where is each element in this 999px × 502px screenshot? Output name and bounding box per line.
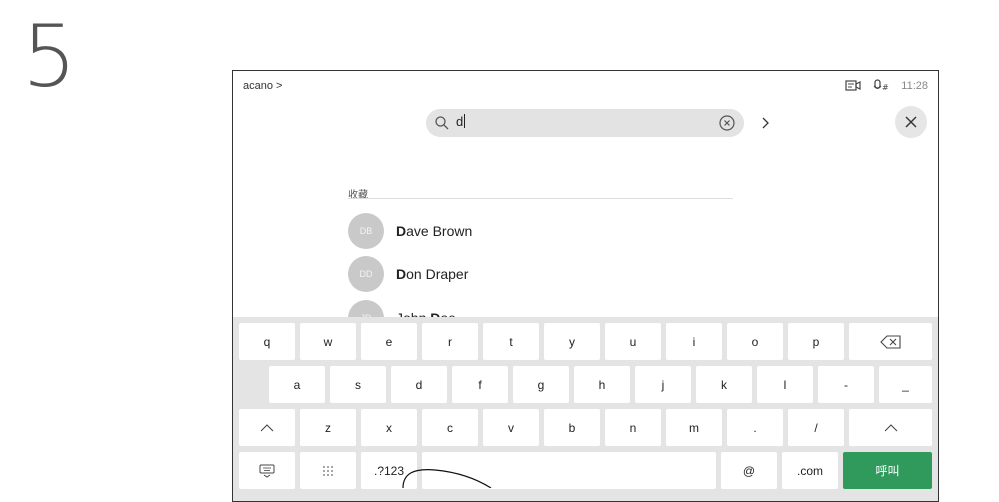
- breadcrumb-brand[interactable]: acano >: [243, 80, 282, 92]
- close-icon: [905, 116, 917, 128]
- key-g[interactable]: g: [513, 366, 569, 403]
- on-screen-keyboard: q w e r t y u i o p a s d f g h j k l - …: [233, 317, 938, 501]
- search-icon: [434, 115, 450, 131]
- dialpad-icon: [323, 465, 333, 476]
- clear-search-icon[interactable]: [718, 114, 736, 132]
- key-a[interactable]: a: [269, 366, 325, 403]
- device-screen: acano > # 11:28 d 收藏 DB Dave Brown DD Do…: [232, 70, 939, 502]
- contact-name: Don Draper: [396, 266, 469, 282]
- shift-key-right[interactable]: [849, 409, 932, 446]
- key-p[interactable]: p: [788, 323, 844, 360]
- keyboard-hide-icon: [259, 464, 275, 478]
- dialpad-key[interactable]: [300, 452, 356, 489]
- search-input[interactable]: d: [426, 109, 744, 137]
- key-t[interactable]: t: [483, 323, 539, 360]
- svg-text:#: #: [882, 83, 889, 92]
- search-query-text[interactable]: d: [456, 114, 466, 129]
- contact-don-draper[interactable]: DD Don Draper: [348, 256, 468, 292]
- status-bar: acano > # 11:28: [233, 71, 938, 103]
- microphone-muted-icon[interactable]: #: [873, 79, 889, 92]
- status-icons: # 11:28: [845, 79, 928, 92]
- key-v[interactable]: v: [483, 409, 539, 446]
- contact-dave-brown[interactable]: DB Dave Brown: [348, 213, 472, 249]
- key-m[interactable]: m: [666, 409, 722, 446]
- key-f[interactable]: f: [452, 366, 508, 403]
- key-e[interactable]: e: [361, 323, 417, 360]
- key-slash[interactable]: /: [788, 409, 844, 446]
- key-y[interactable]: y: [544, 323, 600, 360]
- key-hyphen[interactable]: -: [818, 366, 874, 403]
- caret-up-icon: [260, 423, 274, 431]
- key-dotcom[interactable]: .com: [782, 452, 838, 489]
- key-at[interactable]: @: [721, 452, 777, 489]
- key-k[interactable]: k: [696, 366, 752, 403]
- key-n[interactable]: n: [605, 409, 661, 446]
- text-cursor: [464, 114, 466, 128]
- avatar: DD: [348, 256, 384, 292]
- close-button[interactable]: [895, 106, 927, 138]
- clock-time: 11:28: [901, 79, 928, 92]
- key-w[interactable]: w: [300, 323, 356, 360]
- avatar: DB: [348, 213, 384, 249]
- key-u[interactable]: u: [605, 323, 661, 360]
- camera-self-view-icon[interactable]: [845, 79, 861, 92]
- key-x[interactable]: x: [361, 409, 417, 446]
- key-z[interactable]: z: [300, 409, 356, 446]
- key-q[interactable]: q: [239, 323, 295, 360]
- key-d[interactable]: d: [391, 366, 447, 403]
- key-o[interactable]: o: [727, 323, 783, 360]
- key-c[interactable]: c: [422, 409, 478, 446]
- key-h[interactable]: h: [574, 366, 630, 403]
- call-button[interactable]: 呼叫: [843, 452, 932, 489]
- contact-name: Dave Brown: [396, 223, 473, 239]
- hide-keyboard-key[interactable]: [239, 452, 295, 489]
- backspace-key[interactable]: [849, 323, 932, 360]
- section-divider: [348, 198, 733, 199]
- key-s[interactable]: s: [330, 366, 386, 403]
- chevron-right-icon[interactable]: [759, 114, 773, 132]
- key-i[interactable]: i: [666, 323, 722, 360]
- step-number: 5: [22, 7, 77, 107]
- key-underscore[interactable]: _: [879, 366, 932, 403]
- caret-up-icon: [884, 423, 897, 431]
- shift-key-left[interactable]: [239, 409, 295, 446]
- backspace-icon: [879, 334, 901, 349]
- pointer-hand-outline: [402, 469, 492, 488]
- key-j[interactable]: j: [635, 366, 691, 403]
- key-l[interactable]: l: [757, 366, 813, 403]
- key-period[interactable]: .: [727, 409, 783, 446]
- key-b[interactable]: b: [544, 409, 600, 446]
- key-r[interactable]: r: [422, 323, 478, 360]
